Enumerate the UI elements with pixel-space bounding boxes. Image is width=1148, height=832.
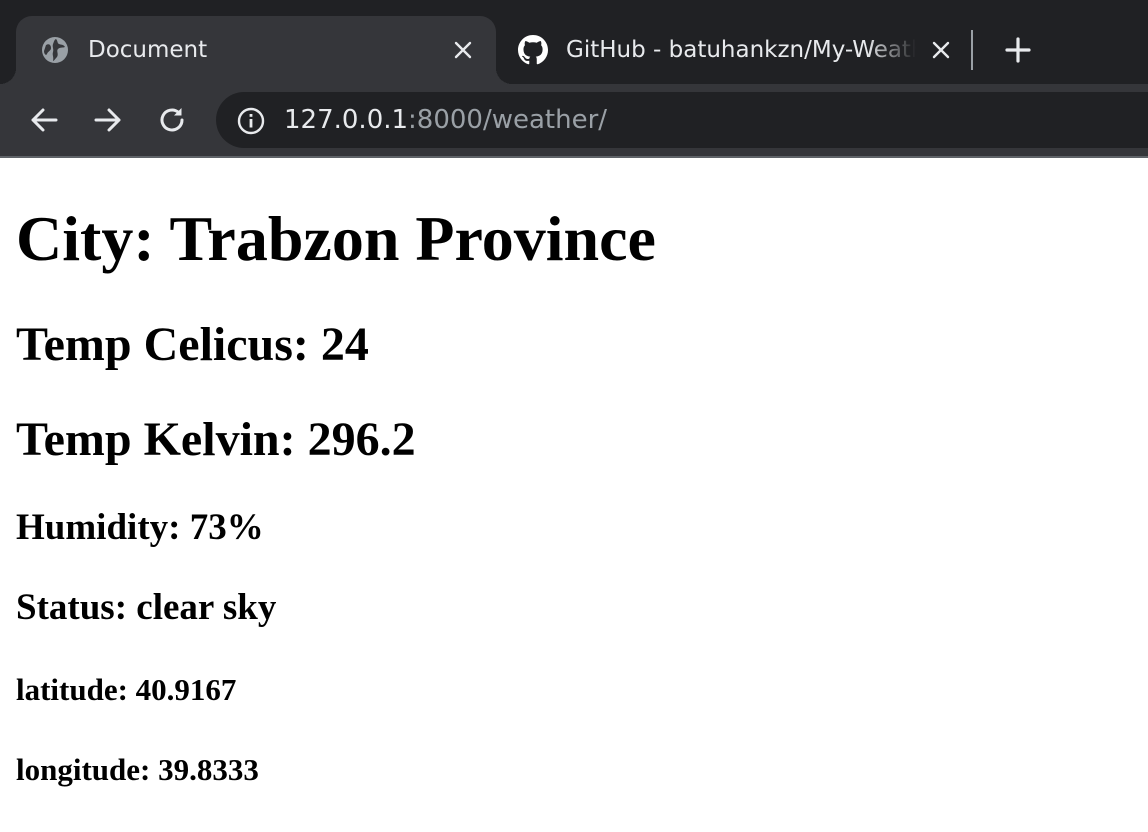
close-tab-icon[interactable]: [448, 35, 478, 65]
status-heading: Status: clear sky: [16, 587, 277, 628]
globe-icon: [40, 35, 70, 65]
tab-divider: [971, 30, 973, 70]
url-host: 127.0.0.1: [284, 105, 409, 135]
arrow-left-icon: [31, 108, 58, 132]
site-info-icon[interactable]: [236, 106, 266, 136]
humidity-heading: Humidity: 73%: [16, 507, 264, 548]
tab-title: Document: [88, 37, 208, 63]
city-heading: City: Trabzon Province: [16, 203, 656, 274]
longitude-heading: longitude: 39.8333: [16, 752, 259, 787]
url-text[interactable]: 127.0.0.1:8000/weather/: [284, 92, 607, 148]
arrow-right-icon: [94, 108, 121, 132]
reload-icon: [160, 108, 184, 132]
new-tab-button[interactable]: [1000, 32, 1036, 68]
reload-button[interactable]: [154, 102, 190, 138]
address-bar[interactable]: 127.0.0.1:8000/weather/: [216, 92, 1148, 148]
close-tab-icon[interactable]: [926, 35, 956, 65]
toolbar-divider: [0, 156, 1148, 158]
tab-title: GitHub - batuhankzn/My-Weather: [566, 37, 916, 63]
back-button[interactable]: [26, 102, 62, 138]
tab-document[interactable]: Document: [0, 16, 512, 84]
temp-celsius-heading: Temp Celicus: 24: [16, 318, 369, 371]
forward-button[interactable]: [90, 102, 126, 138]
temp-kelvin-heading: Temp Kelvin: 296.2: [16, 413, 416, 466]
plus-icon: [1005, 37, 1031, 63]
latitude-heading: latitude: 40.9167: [16, 672, 237, 707]
tab-github[interactable]: GitHub - batuhankzn/My-Weather: [496, 16, 972, 84]
github-icon: [518, 35, 548, 65]
tab-strip: Document GitHub - batuhankzn/My-Weather: [0, 0, 1148, 84]
browser-toolbar: 127.0.0.1:8000/weather/: [0, 84, 1148, 156]
url-path: :8000/weather/: [408, 105, 608, 135]
